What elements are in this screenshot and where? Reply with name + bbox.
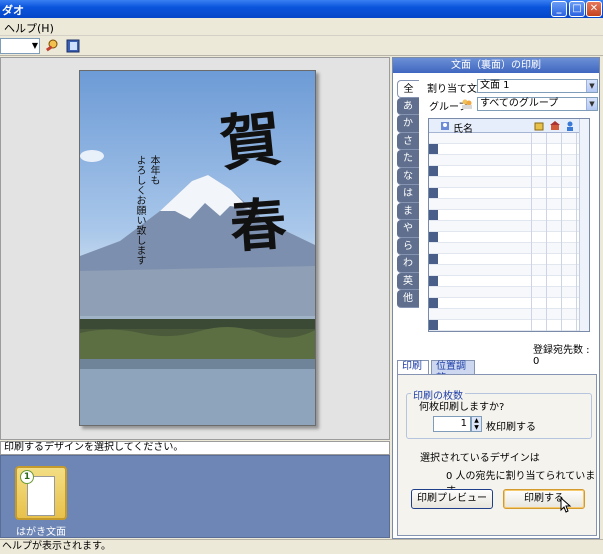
greeting-text: 本年も よろしくお願い致します [134,155,159,265]
table-row[interactable] [429,221,589,232]
print-preview-button[interactable]: 印刷プレビュー [411,489,493,509]
print-tab-panel: 印刷の枚数 何枚印刷しますか? 1 ▲ ▼ 枚印刷する 選択されているデザインは … [397,374,597,536]
kana-tab[interactable]: ま [397,202,419,220]
table-row[interactable] [429,254,589,265]
minimize-button[interactable]: _ [551,1,567,17]
menu-help[interactable]: ヘルプ(H) [4,20,54,36]
kana-tab[interactable]: あ [397,97,419,115]
grid-header: 氏名 [429,119,589,135]
table-row[interactable] [429,199,589,210]
design-strip: 1 はがき文面 [0,455,390,538]
kana-index-tabs: 全あかさたなはまやらわ英他 [397,80,419,308]
preview-area: 本年も よろしくお願い致します 賀 春 [0,57,390,440]
table-row[interactable] [429,133,589,144]
grid-divider [561,133,562,331]
table-row[interactable] [429,287,589,298]
grid-divider [576,133,577,331]
table-row[interactable] [429,276,589,287]
print-panel: 文面（裏面）の印刷 割り当て文面 文面 1 ▼ グループ すべてのグループ ▼ … [392,57,600,539]
panel-title: 文面（裏面）の印刷 [393,58,599,73]
kana-tab[interactable]: さ [397,132,419,150]
chevron-down-icon: ▼ [586,98,597,110]
table-row[interactable] [429,320,589,331]
group-icon [462,99,472,109]
table-row[interactable] [429,177,589,188]
hint-text: 印刷するデザインを選択してください。 [0,441,390,455]
table-row[interactable] [429,210,589,221]
copies-group: 印刷の枚数 何枚印刷しますか? 1 ▲ ▼ 枚印刷する [406,387,592,439]
table-row[interactable] [429,155,589,166]
kana-tab[interactable]: か [397,115,419,133]
table-row[interactable] [429,188,589,199]
address-grid[interactable]: 氏名 [428,118,590,332]
toolbar-combo[interactable]: ▼ [0,38,40,54]
kana-tab[interactable]: た [397,150,419,168]
group-value: すべてのグループ [480,98,559,109]
kana-tab[interactable]: な [397,167,419,185]
table-row[interactable] [429,265,589,276]
table-row[interactable] [429,309,589,320]
status-bar: ヘルプが表示されます。 [0,539,603,554]
design-thumbnail[interactable]: 1 [15,466,67,520]
table-row[interactable] [429,298,589,309]
kana-tab[interactable]: や [397,220,419,238]
table-row[interactable] [429,243,589,254]
menu-bar: ヘルプ(H) [0,18,603,36]
maximize-button[interactable]: □ [569,1,585,17]
toolbar: ▼ [0,36,603,56]
table-row[interactable] [429,232,589,243]
chevron-down-icon: ▼ [31,41,39,50]
chevron-down-icon: ▼ [586,80,597,92]
tab-print[interactable]: 印刷 [397,360,429,374]
tab-position[interactable]: 位置調整 [431,360,475,384]
design-label: はがき文面 [16,527,66,538]
grid-divider [531,133,532,331]
table-row[interactable] [429,144,589,155]
kana-tab[interactable]: 他 [397,290,419,308]
copies-suffix: 枚印刷する [486,422,536,433]
kana-tab[interactable]: 英 [397,272,419,290]
mail-icon [534,122,544,131]
person-icon [441,122,449,130]
close-button[interactable]: ✕ [586,1,602,17]
address-book-icon[interactable] [65,38,81,54]
design-number-badge: 1 [20,470,34,484]
window-title: ダオ [2,4,24,17]
assign-select[interactable]: 文面 1 ▼ [477,79,598,93]
postcard-preview[interactable]: 本年も よろしくお願い致します 賀 春 [79,70,316,426]
group-select[interactable]: すべてのグループ ▼ [477,97,598,111]
table-row[interactable] [429,166,589,177]
kana-tab[interactable]: は [397,185,419,203]
find-icon[interactable] [44,38,60,54]
assign-value: 文面 1 [480,80,510,91]
grid-divider [546,133,547,331]
copies-input[interactable]: 1 [433,416,471,432]
grid-scrollbar[interactable] [579,119,589,331]
mouse-cursor-icon [560,497,572,513]
print-button[interactable]: 印刷する [503,489,585,509]
kana-tab[interactable]: ら [397,237,419,255]
kanji-haru: 春 [228,191,289,261]
user-icon [567,121,573,131]
copies-spinner[interactable]: ▲ ▼ [471,416,482,432]
kana-tab[interactable]: 全 [397,80,419,98]
registered-count: 登録宛先数 : 0 [533,345,590,367]
copies-question: 何枚印刷しますか? [419,402,505,413]
selected-design-label: 選択されているデザインは [420,453,540,464]
title-bar: ダオ _ □ ✕ [0,0,603,18]
kanji-ga: 賀 [217,104,285,180]
kana-tab[interactable]: わ [397,255,419,273]
family-icon [550,121,560,130]
